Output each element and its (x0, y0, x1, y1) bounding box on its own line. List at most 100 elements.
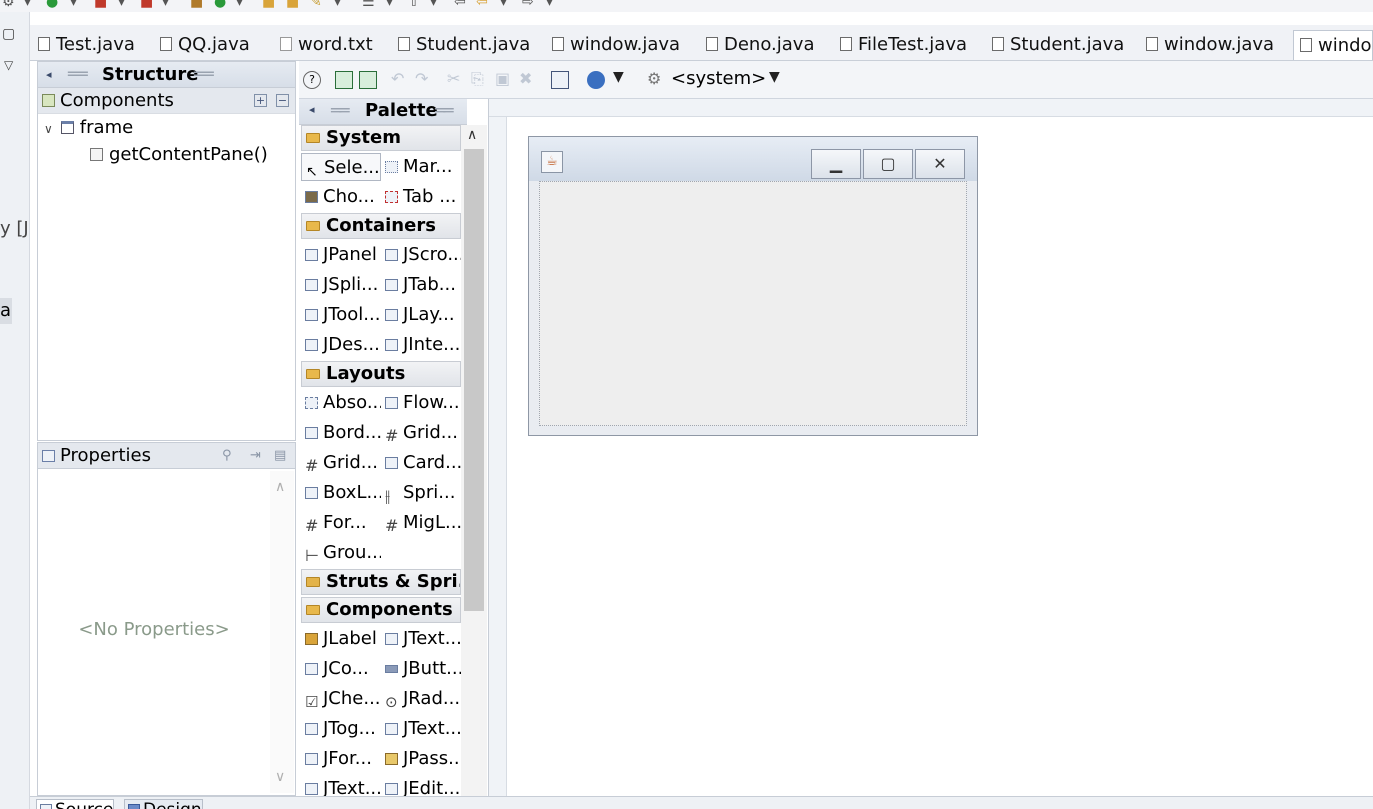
palette-item-jdesktoppane[interactable]: JDes... (301, 331, 381, 359)
palette-item-jsplitpane[interactable]: JSpli... (301, 271, 381, 299)
show-advanced-icon[interactable]: ▤ (274, 443, 286, 469)
palette-item-choose-component[interactable]: Cho... (301, 183, 381, 211)
palette-item-borderlayout[interactable]: Bord... (301, 419, 381, 447)
tab-qq-java[interactable]: QQ.java (160, 30, 250, 60)
show-events-icon[interactable]: ⚲ (222, 443, 232, 469)
palette-item-gridlayout[interactable]: # Grid... (381, 419, 461, 447)
tab-design[interactable]: Design (124, 799, 203, 809)
chevron-down-icon[interactable]: ▼ (769, 69, 780, 85)
maximize-button[interactable]: ▢ (863, 149, 913, 179)
palette-item-jtextfield[interactable]: JText... (381, 625, 461, 653)
minimize-view-icon[interactable]: ▢ (2, 26, 15, 42)
new-class-icon[interactable]: ● (214, 0, 226, 10)
open-folder-icon[interactable]: ■ (286, 0, 299, 10)
palette-item-jradiobutton[interactable]: ⊙ JRad... (381, 685, 461, 713)
last-edit-icon[interactable]: ⇦ (454, 0, 466, 10)
palette-scrollbar[interactable]: ∧ (461, 125, 487, 796)
dropdown-arrow-icon[interactable]: ▾ (430, 0, 437, 10)
palette-item-jinternalframe[interactable]: JInte... (381, 331, 461, 359)
tab-word-txt[interactable]: word.txt (280, 30, 373, 60)
tab-student-java-2[interactable]: Student.java (992, 30, 1124, 60)
palette-item-flowlayout[interactable]: Flow... (381, 389, 461, 417)
category-system[interactable]: System (301, 125, 461, 151)
collapse-left-icon[interactable]: ◂ (46, 62, 52, 88)
palette-item-jtextarea[interactable]: JText... (381, 715, 461, 743)
redo-icon[interactable]: ↷ (415, 69, 428, 88)
dropdown-arrow-icon[interactable]: ▾ (334, 0, 341, 10)
tab-student-java[interactable]: Student.java (398, 30, 530, 60)
palette-item-jlayeredpane[interactable]: JLay... (381, 301, 461, 329)
jframe-preview[interactable]: ☕ ▁ ▢ ✕ (528, 136, 978, 436)
forward-icon[interactable]: ⇨ (522, 0, 534, 10)
undo-icon[interactable]: ↶ (391, 69, 404, 88)
back-icon[interactable]: ⇦ (476, 0, 488, 10)
palette-item-jtabbedpane[interactable]: JTab... (381, 271, 461, 299)
scroll-down-icon[interactable]: ∨ (275, 769, 285, 785)
scrollbar-thumb[interactable] (464, 149, 484, 611)
palette-item-jtoolbar[interactable]: JTool... (301, 301, 381, 329)
system-locale-dropdown[interactable]: <system> (671, 68, 766, 89)
tree-node-frame[interactable]: ∨ frame (44, 116, 133, 141)
palette-item-boxlayout[interactable]: BoxL... (301, 479, 381, 507)
new-package-icon[interactable]: ■ (190, 0, 203, 10)
minimize-button[interactable]: ▁ (811, 149, 861, 179)
dropdown-arrow-icon[interactable]: ▾ (24, 0, 31, 10)
content-pane[interactable] (539, 181, 967, 426)
palette-item-marquee[interactable]: Mar... (381, 153, 461, 181)
refresh-icon[interactable] (359, 71, 377, 89)
palette-item-absolute-layout[interactable]: Abso... (301, 389, 381, 417)
goto-definition-icon[interactable]: ⇥ (250, 443, 261, 469)
tab-order-icon[interactable] (551, 71, 569, 89)
globe-icon[interactable] (587, 71, 605, 89)
palette-item-cardlayout[interactable]: Card... (381, 449, 461, 477)
chevron-down-icon[interactable]: ▼ (613, 69, 624, 85)
tab-window-java-2[interactable]: window.java (1146, 30, 1274, 60)
close-button[interactable]: ✕ (915, 149, 965, 179)
palette-item-jcheckbox[interactable]: ☑ JChe... (301, 685, 381, 713)
palette-item-jpasswordfield[interactable]: JPass... (381, 745, 461, 773)
palette-item-miglayout[interactable]: # MigL... (381, 509, 461, 537)
external-tools-icon[interactable]: ■ (94, 0, 107, 10)
category-layouts[interactable]: Layouts (301, 361, 461, 387)
debug-icon[interactable]: ⚙ (2, 0, 15, 10)
dropdown-arrow-icon[interactable]: ▾ (70, 0, 77, 10)
palette-item-jbutton[interactable]: JButt... (381, 655, 461, 683)
palette-item-tab-order[interactable]: Tab ... (381, 183, 461, 211)
properties-scrollbar[interactable]: ∧ ∨ (270, 471, 294, 793)
tab-window-java[interactable]: window.java (552, 30, 680, 60)
view-menu-icon[interactable]: ▽ (4, 58, 13, 72)
coverage-icon[interactable]: ■ (140, 0, 153, 10)
palette-item-selection[interactable]: ↖ Sele... (301, 153, 381, 181)
category-struts-spring[interactable]: Struts & Spri... (301, 569, 461, 595)
expand-all-icon[interactable]: + (254, 94, 267, 107)
palette-item-grouplayout[interactable]: ⊢ Grou... (301, 539, 381, 567)
next-annotation-icon[interactable]: ⇧ (408, 0, 420, 10)
tab-filetest-java[interactable]: FileTest.java (840, 30, 967, 60)
palette-item-jtogglebutton[interactable]: JTog... (301, 715, 381, 743)
tab-window-java-active[interactable]: windo (1293, 30, 1373, 60)
dropdown-arrow-icon[interactable]: ▾ (500, 0, 507, 10)
category-components[interactable]: Components (301, 597, 461, 623)
tab-deno-java[interactable]: Deno.java (706, 30, 814, 60)
copy-icon[interactable]: ⎘ (471, 69, 484, 89)
collapse-left-icon[interactable]: ◂ (309, 103, 315, 116)
tab-test-java[interactable]: Test.java (38, 30, 135, 60)
palette-item-formlayout[interactable]: # For... (301, 509, 381, 537)
cut-icon[interactable]: ✂ (447, 69, 460, 88)
annotation-icon[interactable]: ☰ (362, 0, 375, 10)
chevron-down-icon[interactable]: ∨ (44, 122, 53, 136)
test-gui-icon[interactable] (335, 71, 353, 89)
delete-icon[interactable]: ✖ (519, 69, 532, 88)
run-icon[interactable]: ● (46, 0, 58, 10)
dropdown-arrow-icon[interactable]: ▾ (386, 0, 393, 10)
dropdown-arrow-icon[interactable]: ▾ (236, 0, 243, 10)
palette-item-jcombobox[interactable]: JCo... (301, 655, 381, 683)
palette-item-jlabel[interactable]: JLabel (301, 625, 381, 653)
paste-icon[interactable]: ▣ (495, 69, 510, 88)
tree-node-content-pane[interactable]: getContentPane() (90, 143, 268, 167)
collapse-all-icon[interactable]: − (276, 94, 289, 107)
dropdown-arrow-icon[interactable]: ▾ (162, 0, 169, 10)
open-type-icon[interactable]: ■ (262, 0, 275, 10)
help-icon[interactable]: ? (303, 71, 321, 89)
dropdown-arrow-icon[interactable]: ▾ (118, 0, 125, 10)
